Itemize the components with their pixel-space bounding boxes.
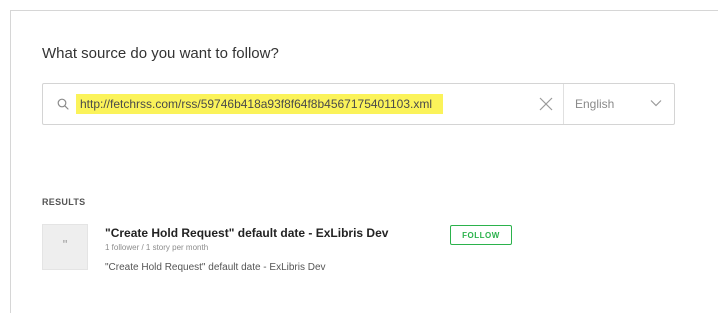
chevron-down-icon (650, 100, 662, 107)
source-thumbnail: " (42, 224, 88, 270)
source-url-input[interactable] (76, 94, 443, 114)
follow-button[interactable]: FOLLOW (450, 225, 512, 245)
results-heading: RESULTS (42, 197, 86, 207)
result-title[interactable]: "Create Hold Request" default date - ExL… (105, 226, 388, 240)
page-title: What source do you want to follow? (42, 45, 279, 62)
list-item: " "Create Hold Request" default date - E… (42, 224, 542, 284)
source-search-box: English (42, 83, 675, 125)
language-select[interactable]: English (564, 84, 674, 124)
search-icon (57, 98, 69, 110)
result-description: "Create Hold Request" default date - ExL… (105, 262, 326, 273)
language-selected-value: English (575, 97, 615, 111)
result-meta: 1 follower / 1 story per month (105, 243, 209, 252)
close-icon[interactable] (538, 96, 554, 112)
